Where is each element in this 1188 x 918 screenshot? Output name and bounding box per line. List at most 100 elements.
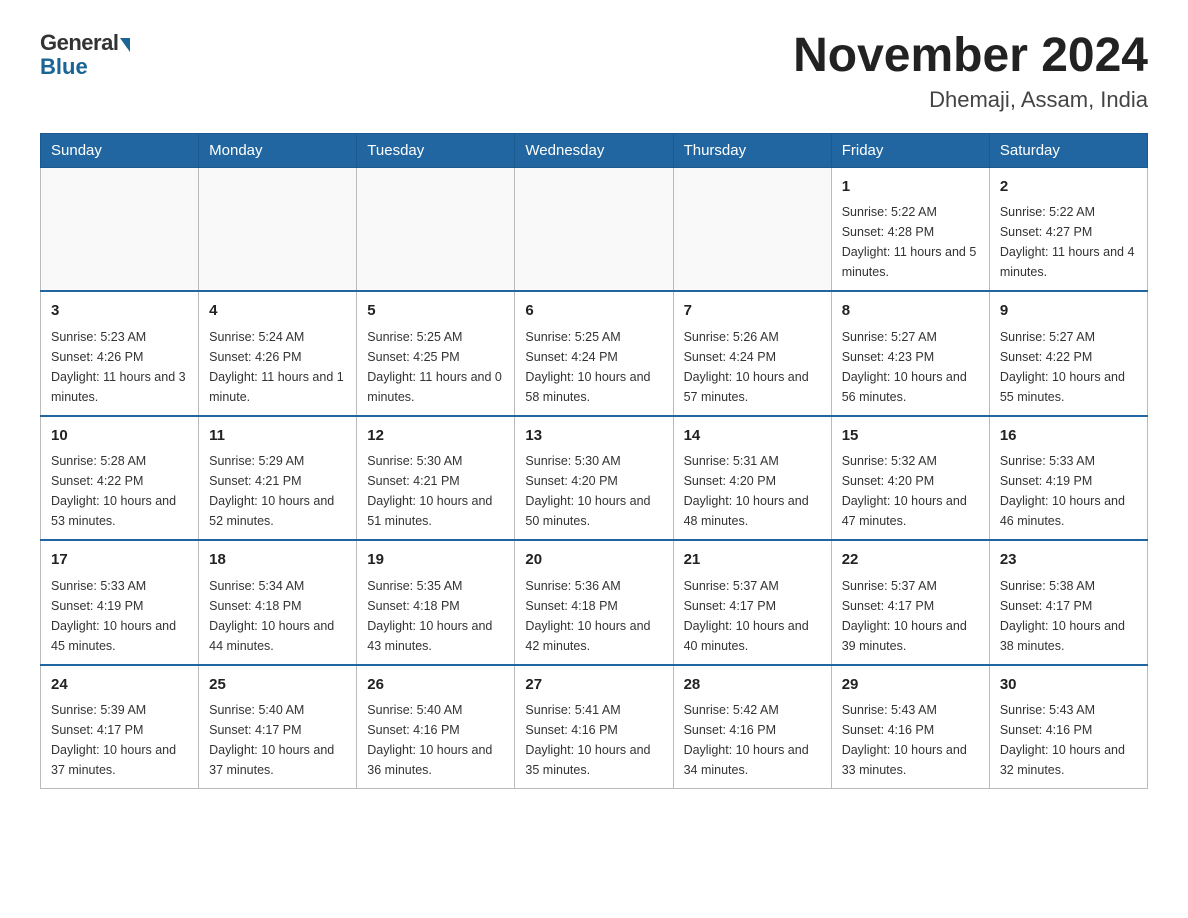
day-number: 10: [51, 425, 188, 448]
page-header: General Blue November 2024 Dhemaji, Assa…: [40, 30, 1148, 113]
calendar-cell: 26Sunrise: 5:40 AM Sunset: 4:16 PM Dayli…: [357, 665, 515, 789]
calendar-cell: 4 Sunrise: 5:24 AM Sunset: 4:26 PM Daylig…: [199, 291, 357, 416]
calendar-cell: 7Sunrise: 5:26 AM Sunset: 4:24 PM Daylig…: [673, 291, 831, 416]
day-number: 8: [842, 300, 979, 323]
calendar-week-row: 17 Sunrise: 5:33 AM Sunset: 4:19 PM Dayli…: [41, 540, 1148, 665]
day-sun-info: Sunrise: 5:40 AM Sunset: 4:17 PM Dayligh…: [209, 700, 346, 780]
calendar-cell: 25 Sunrise: 5:40 AM Sunset: 4:17 PM Dayli…: [199, 665, 357, 789]
calendar-cell: [673, 167, 831, 291]
calendar-cell: [515, 167, 673, 291]
day-sun-info: Sunrise: 5:43 AM Sunset: 4:16 PM Dayligh…: [842, 700, 979, 780]
weekday-header-row: SundayMondayTuesdayWednesdayThursdayFrid…: [41, 133, 1148, 167]
day-number: 23: [1000, 549, 1137, 572]
day-number: 12: [367, 425, 504, 448]
day-number: 1: [842, 176, 979, 199]
day-sun-info: Sunrise: 5:22 AM Sunset: 4:27 PM Dayligh…: [1000, 202, 1137, 282]
day-sun-info: Sunrise: 5:33 AM Sunset: 4:19 PM Dayligh…: [51, 576, 188, 656]
day-sun-info: Sunrise: 5:22 AM Sunset: 4:28 PM Dayligh…: [842, 202, 979, 282]
calendar-cell: 3 Sunrise: 5:23 AM Sunset: 4:26 PM Daylig…: [41, 291, 199, 416]
day-sun-info: Sunrise: 5:27 AM Sunset: 4:22 PM Dayligh…: [1000, 327, 1137, 407]
day-number: 28: [684, 674, 821, 697]
day-sun-info: Sunrise: 5:43 AM Sunset: 4:16 PM Dayligh…: [1000, 700, 1137, 780]
day-number: 24: [51, 674, 188, 697]
day-number: 26: [367, 674, 504, 697]
calendar-cell: 28 Sunrise: 5:42 AM Sunset: 4:16 PM Dayli…: [673, 665, 831, 789]
calendar-cell: 27Sunrise: 5:41 AM Sunset: 4:16 PM Dayli…: [515, 665, 673, 789]
day-number: 14: [684, 425, 821, 448]
day-number: 16: [1000, 425, 1137, 448]
calendar-cell: 19 Sunrise: 5:35 AM Sunset: 4:18 PM Dayli…: [357, 540, 515, 665]
calendar-cell: 16 Sunrise: 5:33 AM Sunset: 4:19 PM Dayli…: [989, 416, 1147, 541]
day-sun-info: Sunrise: 5:24 AM Sunset: 4:26 PM Dayligh…: [209, 327, 346, 407]
day-sun-info: Sunrise: 5:42 AM Sunset: 4:16 PM Dayligh…: [684, 700, 821, 780]
day-number: 5: [367, 300, 504, 323]
day-number: 20: [525, 549, 662, 572]
weekday-header-monday: Monday: [199, 133, 357, 167]
calendar-week-row: 10 Sunrise: 5:28 AM Sunset: 4:22 PM Dayli…: [41, 416, 1148, 541]
calendar-week-row: 1 Sunrise: 5:22 AM Sunset: 4:28 PM Daylig…: [41, 167, 1148, 291]
day-number: 29: [842, 674, 979, 697]
day-number: 2: [1000, 176, 1137, 199]
calendar-cell: 23Sunrise: 5:38 AM Sunset: 4:17 PM Dayli…: [989, 540, 1147, 665]
day-sun-info: Sunrise: 5:35 AM Sunset: 4:18 PM Dayligh…: [367, 576, 504, 656]
calendar-cell: 29 Sunrise: 5:43 AM Sunset: 4:16 PM Dayli…: [831, 665, 989, 789]
day-number: 3: [51, 300, 188, 323]
title-section: November 2024 Dhemaji, Assam, India: [793, 30, 1148, 113]
day-sun-info: Sunrise: 5:37 AM Sunset: 4:17 PM Dayligh…: [842, 576, 979, 656]
calendar-cell: 24 Sunrise: 5:39 AM Sunset: 4:17 PM Dayli…: [41, 665, 199, 789]
calendar-cell: 30 Sunrise: 5:43 AM Sunset: 4:16 PM Dayli…: [989, 665, 1147, 789]
day-sun-info: Sunrise: 5:30 AM Sunset: 4:21 PM Dayligh…: [367, 451, 504, 531]
calendar-week-row: 3 Sunrise: 5:23 AM Sunset: 4:26 PM Daylig…: [41, 291, 1148, 416]
weekday-header-tuesday: Tuesday: [357, 133, 515, 167]
day-number: 15: [842, 425, 979, 448]
day-sun-info: Sunrise: 5:26 AM Sunset: 4:24 PM Dayligh…: [684, 327, 821, 407]
day-sun-info: Sunrise: 5:34 AM Sunset: 4:18 PM Dayligh…: [209, 576, 346, 656]
calendar-cell: 22 Sunrise: 5:37 AM Sunset: 4:17 PM Dayli…: [831, 540, 989, 665]
weekday-header-sunday: Sunday: [41, 133, 199, 167]
calendar-cell: 11 Sunrise: 5:29 AM Sunset: 4:21 PM Dayli…: [199, 416, 357, 541]
logo-blue-text: Blue: [40, 54, 88, 80]
day-number: 21: [684, 549, 821, 572]
calendar-cell: 15 Sunrise: 5:32 AM Sunset: 4:20 PM Dayli…: [831, 416, 989, 541]
day-number: 4: [209, 300, 346, 323]
day-sun-info: Sunrise: 5:25 AM Sunset: 4:24 PM Dayligh…: [525, 327, 662, 407]
calendar-cell: 10 Sunrise: 5:28 AM Sunset: 4:22 PM Dayli…: [41, 416, 199, 541]
calendar-cell: 13 Sunrise: 5:30 AM Sunset: 4:20 PM Dayli…: [515, 416, 673, 541]
logo: General Blue: [40, 30, 130, 80]
day-number: 25: [209, 674, 346, 697]
day-sun-info: Sunrise: 5:25 AM Sunset: 4:25 PM Dayligh…: [367, 327, 504, 407]
calendar-cell: 14 Sunrise: 5:31 AM Sunset: 4:20 PM Dayli…: [673, 416, 831, 541]
day-number: 11: [209, 425, 346, 448]
day-sun-info: Sunrise: 5:30 AM Sunset: 4:20 PM Dayligh…: [525, 451, 662, 531]
day-sun-info: Sunrise: 5:41 AM Sunset: 4:16 PM Dayligh…: [525, 700, 662, 780]
day-sun-info: Sunrise: 5:31 AM Sunset: 4:20 PM Dayligh…: [684, 451, 821, 531]
day-sun-info: Sunrise: 5:28 AM Sunset: 4:22 PM Dayligh…: [51, 451, 188, 531]
day-number: 13: [525, 425, 662, 448]
calendar-cell: 8 Sunrise: 5:27 AM Sunset: 4:23 PM Daylig…: [831, 291, 989, 416]
day-number: 22: [842, 549, 979, 572]
calendar-cell: 5 Sunrise: 5:25 AM Sunset: 4:25 PM Daylig…: [357, 291, 515, 416]
logo-arrow-icon: [120, 38, 130, 52]
weekday-header-wednesday: Wednesday: [515, 133, 673, 167]
day-number: 30: [1000, 674, 1137, 697]
calendar-cell: 17 Sunrise: 5:33 AM Sunset: 4:19 PM Dayli…: [41, 540, 199, 665]
day-sun-info: Sunrise: 5:27 AM Sunset: 4:23 PM Dayligh…: [842, 327, 979, 407]
day-number: 17: [51, 549, 188, 572]
calendar-cell: 18Sunrise: 5:34 AM Sunset: 4:18 PM Dayli…: [199, 540, 357, 665]
location-subtitle: Dhemaji, Assam, India: [793, 87, 1148, 113]
day-number: 6: [525, 300, 662, 323]
calendar-cell: 9Sunrise: 5:27 AM Sunset: 4:22 PM Daylig…: [989, 291, 1147, 416]
calendar-cell: 12 Sunrise: 5:30 AM Sunset: 4:21 PM Dayli…: [357, 416, 515, 541]
day-sun-info: Sunrise: 5:29 AM Sunset: 4:21 PM Dayligh…: [209, 451, 346, 531]
weekday-header-saturday: Saturday: [989, 133, 1147, 167]
logo-general-text: General: [40, 30, 118, 56]
calendar-week-row: 24 Sunrise: 5:39 AM Sunset: 4:17 PM Dayli…: [41, 665, 1148, 789]
day-sun-info: Sunrise: 5:33 AM Sunset: 4:19 PM Dayligh…: [1000, 451, 1137, 531]
calendar-cell: [41, 167, 199, 291]
day-sun-info: Sunrise: 5:32 AM Sunset: 4:20 PM Dayligh…: [842, 451, 979, 531]
day-sun-info: Sunrise: 5:39 AM Sunset: 4:17 PM Dayligh…: [51, 700, 188, 780]
day-number: 19: [367, 549, 504, 572]
calendar-cell: 6 Sunrise: 5:25 AM Sunset: 4:24 PM Daylig…: [515, 291, 673, 416]
day-sun-info: Sunrise: 5:23 AM Sunset: 4:26 PM Dayligh…: [51, 327, 188, 407]
calendar-cell: 21Sunrise: 5:37 AM Sunset: 4:17 PM Dayli…: [673, 540, 831, 665]
